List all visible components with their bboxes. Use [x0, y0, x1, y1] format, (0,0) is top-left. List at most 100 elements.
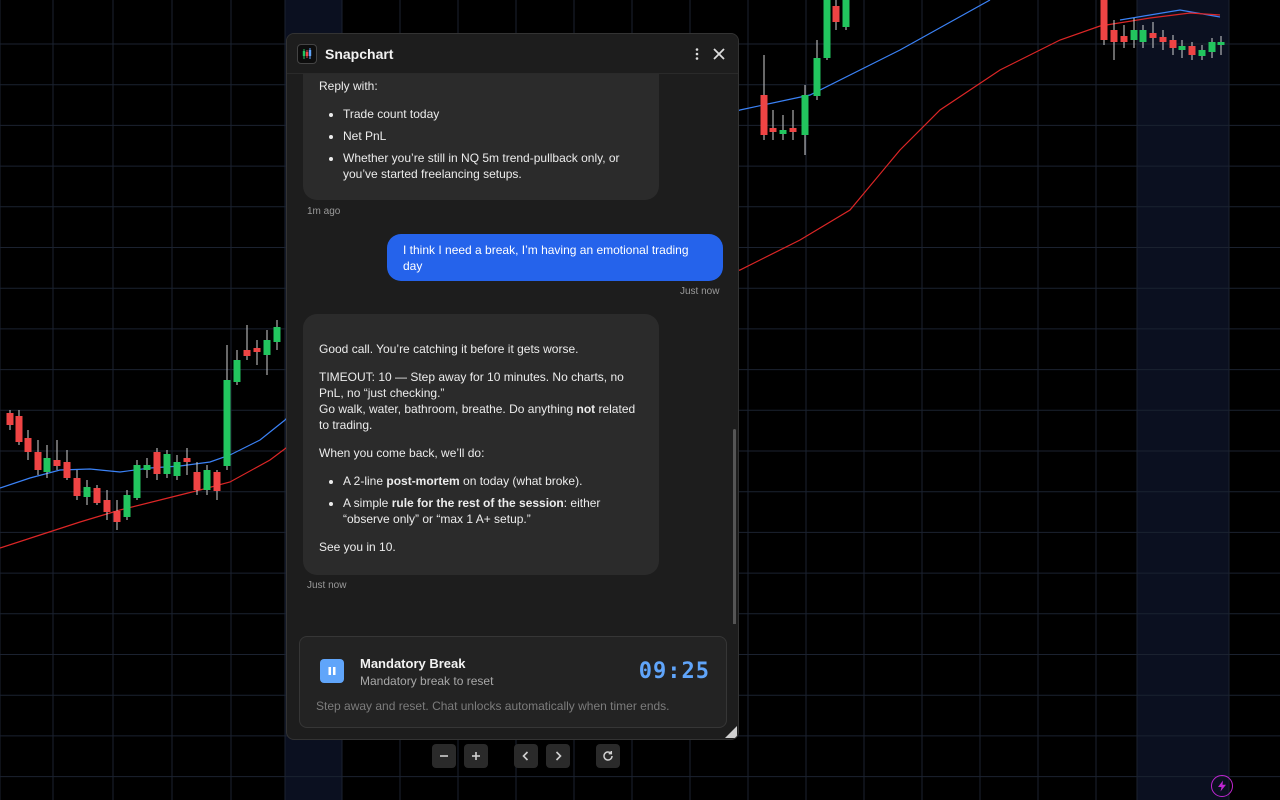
user-message: I think I need a break, I’m having an em… [387, 234, 723, 281]
candle-body [1100, 0, 1108, 40]
message-timestamp: Just now [307, 580, 347, 591]
candle-body [6, 413, 14, 425]
candle-body [760, 95, 768, 135]
candle-body [34, 452, 42, 470]
message-text: Reply with: [319, 79, 378, 93]
message-list-items: A 2-line post-mortem on today (what brok… [343, 473, 643, 527]
message-text: TIMEOUT: 10 — Step away for 10 minutes. … [319, 369, 643, 433]
candle-body [1198, 50, 1206, 56]
candle-body [83, 487, 91, 497]
candle-body [193, 472, 201, 490]
scroll-left-button[interactable] [514, 744, 538, 768]
message-text: When you come back, we’ll do: [319, 446, 485, 460]
candles-logo-icon [302, 47, 312, 59]
message-timestamp: 1m ago [307, 206, 341, 217]
plus-icon [472, 752, 480, 760]
candle-body [143, 465, 151, 470]
minus-icon [440, 755, 448, 757]
candle-body [842, 0, 850, 27]
scrollbar-thumb[interactable] [733, 429, 736, 624]
chevron-right-icon [555, 751, 562, 761]
candle-body [1139, 30, 1147, 42]
candle-body [789, 128, 797, 132]
quick-action-button[interactable] [1211, 775, 1233, 797]
candle-body [1217, 42, 1225, 45]
close-button[interactable] [710, 45, 728, 63]
emphasis-text: rule for the rest of the session [391, 496, 564, 510]
message-text: Good call. You’re catching it before it … [319, 342, 579, 356]
candle-body [1169, 40, 1177, 48]
candle-body [24, 438, 32, 452]
message-timestamp: Just now [680, 286, 720, 297]
candle-body [113, 511, 121, 522]
candle-body [832, 6, 840, 22]
candle-body [93, 488, 101, 503]
candle-body [1130, 30, 1138, 40]
break-note: Step away and reset. Chat unlocks automa… [316, 699, 670, 713]
candle-body [223, 380, 231, 466]
candle-body [1178, 46, 1186, 50]
candle-body [273, 327, 281, 342]
candle-body [1110, 30, 1118, 42]
app-logo [297, 43, 317, 64]
candle-body [53, 460, 61, 466]
chevron-left-icon [522, 751, 529, 761]
candle-body [769, 128, 777, 132]
reset-chart-button[interactable] [596, 744, 620, 768]
candle-body [243, 350, 251, 356]
candle-body [63, 462, 71, 478]
break-title: Mandatory Break [360, 656, 466, 671]
candle-body [1188, 46, 1196, 55]
candle-body [133, 465, 141, 498]
candle-body [213, 472, 221, 491]
candle-body [823, 0, 831, 58]
scroll-right-button[interactable] [546, 744, 570, 768]
message-text: See you in 10. [319, 540, 396, 554]
chat-panel: Snapchart Reply with: Trade count today … [286, 33, 739, 740]
message-list[interactable]: Reply with: Trade count today Net PnL Wh… [287, 74, 738, 624]
assistant-message: Reply with: Trade count today Net PnL Wh… [303, 74, 659, 200]
more-options-button[interactable] [688, 45, 706, 63]
candle-body [203, 470, 211, 490]
candle-body [1208, 42, 1216, 52]
countdown-timer: 09:25 [638, 659, 710, 684]
mandatory-break-card: Mandatory Break Mandatory break to reset… [299, 636, 727, 728]
message-text-line: Go walk, water, bathroom, breathe. Do an… [319, 402, 577, 416]
candle-body [253, 348, 261, 352]
candle-body [1159, 37, 1167, 42]
message-list-items: Trade count today Net PnL Whether you’re… [343, 106, 643, 182]
candle-body [163, 454, 171, 474]
close-icon [713, 47, 725, 60]
zoom-in-button[interactable] [464, 744, 488, 768]
resize-handle[interactable] [723, 724, 737, 738]
chat-header[interactable]: Snapchart [287, 34, 738, 74]
candle-body [1120, 36, 1128, 42]
candle-body [233, 360, 241, 382]
list-item: Trade count today [343, 106, 643, 122]
candle-body [813, 58, 821, 96]
candle-body [183, 458, 191, 462]
candle-body [1149, 33, 1157, 38]
candle-body [103, 500, 111, 512]
list-item: A simple rule for the rest of the sessio… [343, 495, 643, 527]
candle-body [123, 495, 131, 517]
candle-body [153, 452, 161, 474]
candle-body [43, 458, 51, 472]
candle-body [779, 130, 787, 134]
zoom-out-button[interactable] [432, 744, 456, 768]
reset-icon [603, 751, 613, 761]
list-item: A 2-line post-mortem on today (what brok… [343, 473, 643, 489]
lightning-icon [1218, 780, 1226, 792]
list-item: Whether you’re still in NQ 5m trend-pull… [343, 150, 643, 182]
pause-icon [320, 659, 344, 683]
emphasis-text: post-mortem [386, 474, 460, 488]
assistant-message: Good call. You’re catching it before it … [303, 314, 659, 575]
candle-body [15, 416, 23, 442]
more-vertical-icon [695, 47, 699, 60]
candle-body [263, 340, 271, 355]
candle-body [173, 462, 181, 476]
chart-controls [432, 744, 620, 768]
session-highlight [1137, 0, 1229, 800]
emphasis-text: not [576, 402, 596, 416]
break-subtitle: Mandatory break to reset [360, 674, 494, 688]
